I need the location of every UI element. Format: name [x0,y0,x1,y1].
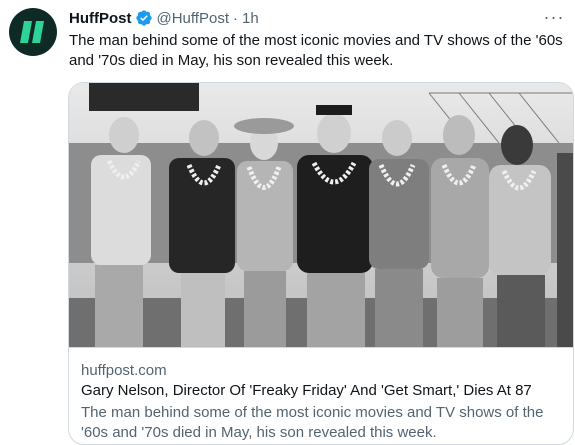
card-title[interactable]: Gary Nelson, Director Of 'Freaky Friday'… [81,381,567,401]
card-photo[interactable] [69,83,573,347]
card-domain: huffpost.com [81,362,167,379]
tweet-header: HuffPost @HuffPost · 1h [69,8,259,28]
author-handle[interactable]: @HuffPost [157,10,229,27]
author-name[interactable]: HuffPost [69,10,132,27]
card-description: The man behind some of the most iconic m… [81,404,544,441]
tweet-text: The man behind some of the most iconic m… [69,32,563,69]
verified-badge-icon [135,9,153,27]
avatar[interactable] [9,8,57,56]
more-options-icon[interactable]: ··· [543,6,565,28]
link-card[interactable]: huffpost.com Gary Nelson, Director Of 'F… [68,82,574,445]
huffpost-logo-icon [20,21,44,43]
tweet[interactable]: HuffPost @HuffPost · 1h ··· The man behi… [0,0,575,445]
card-divider [69,347,573,348]
separator-dot: · [232,9,238,27]
timestamp[interactable]: 1h [242,10,259,27]
